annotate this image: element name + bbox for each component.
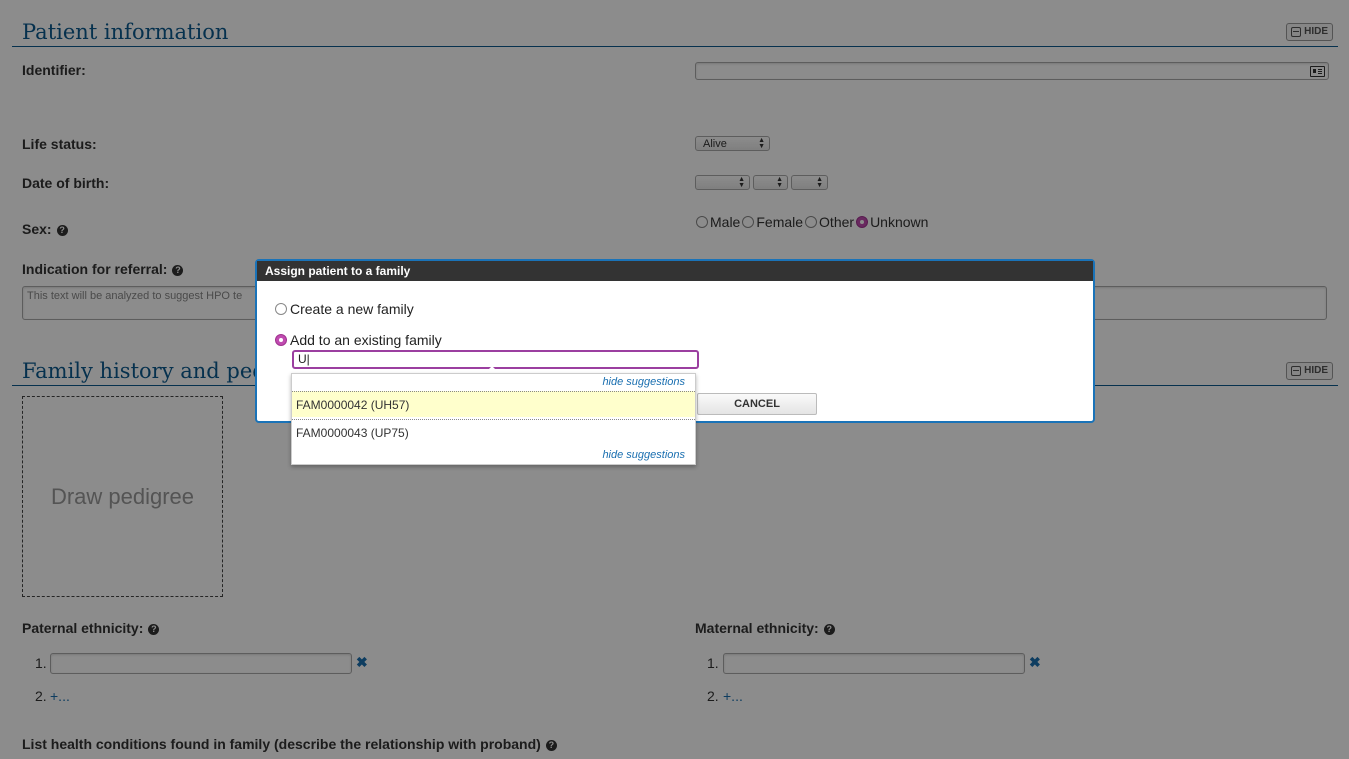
existing-family-radio[interactable] (275, 334, 287, 346)
hide-suggestions-link-top[interactable]: hide suggestions (602, 376, 685, 388)
existing-family-label[interactable]: Add to an existing family (290, 332, 442, 348)
existing-family-option[interactable]: Add to an existing family (275, 332, 442, 348)
create-family-label[interactable]: Create a new family (290, 301, 414, 317)
cancel-button[interactable]: CANCEL (697, 393, 817, 415)
create-family-option[interactable]: Create a new family (275, 301, 414, 317)
suggestions-dropdown: hide suggestions FAM0000042 (UH57) FAM00… (291, 373, 696, 465)
suggestion-item[interactable]: FAM0000042 (UH57) (292, 391, 695, 417)
suggestion-item[interactable]: FAM0000043 (UP75) (292, 419, 695, 445)
create-family-radio[interactable] (275, 303, 287, 315)
dialog-title: Assign patient to a family (257, 261, 1093, 281)
hide-suggestions-link-bottom[interactable]: hide suggestions (602, 449, 685, 461)
